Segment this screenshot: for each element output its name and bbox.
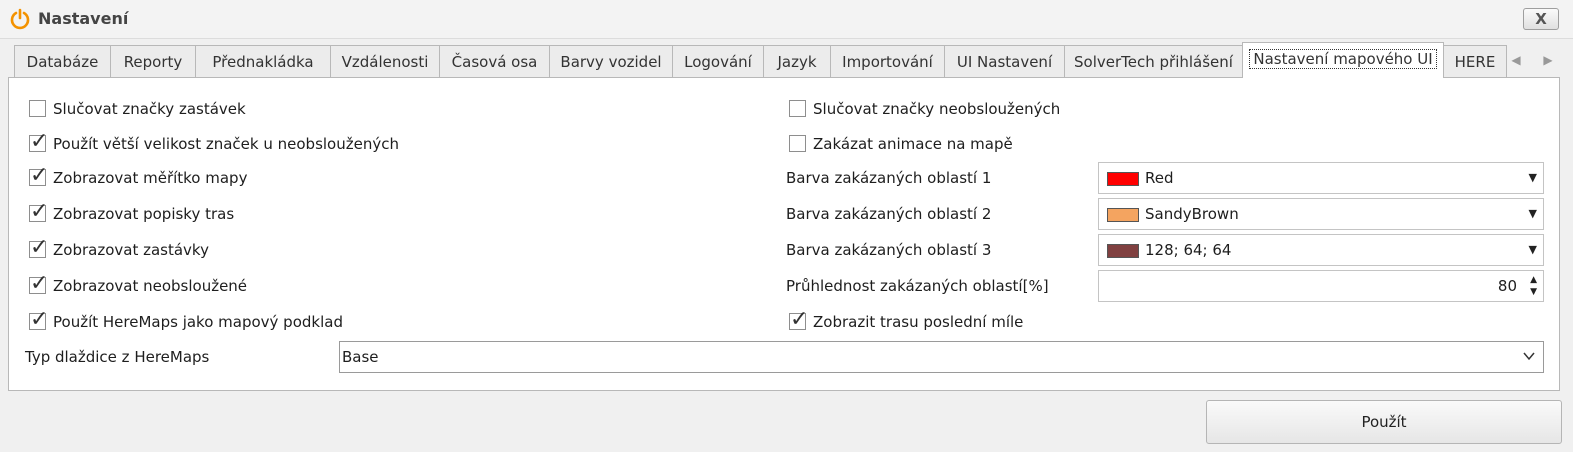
check-icon: ✓ — [30, 199, 49, 224]
spin-down-icon[interactable]: ▼ — [1530, 287, 1537, 297]
check-icon: ✓ — [30, 235, 49, 260]
tab-nastaveni-mapoveho-ui[interactable]: Nastavení mapového UI — [1242, 42, 1444, 78]
color-swatch — [1107, 244, 1139, 258]
arrow-left-icon[interactable]: ◀ — [1508, 51, 1524, 69]
check-icon: ✓ — [790, 307, 809, 332]
tab-ui-nastaveni[interactable]: UI Nastavení — [944, 45, 1065, 77]
forbidden-area-color-2-label: Barva zakázaných oblastí 2 — [786, 205, 992, 223]
tab-strip: Databáze Reporty Přednakládka Vzdálenost… — [14, 42, 1569, 78]
close-icon: X — [1535, 10, 1547, 28]
checkbox-box[interactable]: ✓ — [29, 200, 48, 224]
spin-up-icon[interactable]: ▲ — [1530, 275, 1537, 285]
window-title: Nastavení — [38, 9, 129, 28]
close-button[interactable]: X — [1523, 8, 1559, 30]
check-icon: ✓ — [30, 163, 49, 188]
tile-type-label: Typ dlaždice z HereMaps — [25, 348, 210, 366]
power-icon — [10, 8, 30, 30]
chevron-down-icon[interactable] — [1521, 348, 1537, 364]
forbidden-area-opacity-spinner[interactable]: 80 ▲ ▼ — [1098, 270, 1544, 302]
tab-databaze[interactable]: Databáze — [14, 45, 111, 77]
tab-prednakladka[interactable]: Přednakládka — [195, 45, 331, 77]
check-icon: ✓ — [30, 307, 49, 332]
forbidden-area-color-2-select[interactable]: SandyBrown ▼ — [1098, 198, 1544, 230]
checkbox-box[interactable] — [789, 100, 806, 117]
tab-barvy-vozidel[interactable]: Barvy vozidel — [549, 45, 673, 77]
tab-logovani[interactable]: Logování — [672, 45, 764, 77]
tab-casova-osa[interactable]: Časová osa — [439, 45, 550, 77]
forbidden-area-color-1-select[interactable]: Red ▼ — [1098, 162, 1544, 194]
tile-type-select[interactable]: Base — [339, 341, 1544, 373]
triangle-down-icon[interactable]: ▼ — [1529, 167, 1537, 189]
tab-here[interactable]: HERE — [1443, 45, 1507, 77]
checkbox-box[interactable]: ✓ — [29, 308, 48, 332]
tab-reporty[interactable]: Reporty — [110, 45, 196, 77]
check-icon: ✓ — [30, 129, 49, 154]
forbidden-area-color-3-label: Barva zakázaných oblastí 3 — [786, 241, 992, 259]
forbidden-area-color-1-label: Barva zakázaných oblastí 1 — [786, 169, 992, 187]
settings-panel: Slučovat značky zastávek ✓ Použít větší … — [8, 77, 1560, 391]
tab-solvertech-prihlaseni[interactable]: SolverTech přihlášení — [1064, 45, 1243, 77]
checkbox-box[interactable] — [789, 135, 806, 152]
checkbox-box[interactable]: ✓ — [29, 236, 48, 260]
forbidden-area-opacity-label: Průhlednost zakázaných oblastí[%] — [786, 277, 1049, 295]
triangle-down-icon[interactable]: ▼ — [1529, 203, 1537, 225]
title-bar: Nastavení X — [0, 0, 1573, 39]
color-swatch — [1107, 172, 1139, 186]
tab-vzdalenosti[interactable]: Vzdálenosti — [330, 45, 440, 77]
triangle-down-icon[interactable]: ▼ — [1529, 239, 1537, 261]
tab-importovani[interactable]: Importování — [830, 45, 945, 77]
tab-jazyk[interactable]: Jazyk — [763, 45, 831, 77]
checkbox-box[interactable]: ✓ — [29, 164, 48, 188]
checkbox-box[interactable]: ✓ — [789, 308, 808, 332]
check-icon: ✓ — [30, 271, 49, 296]
apply-button[interactable]: Použít — [1206, 400, 1562, 444]
checkbox-box[interactable]: ✓ — [29, 272, 48, 296]
checkbox-box[interactable] — [29, 100, 46, 117]
arrow-right-icon[interactable]: ▶ — [1540, 51, 1556, 69]
color-swatch — [1107, 208, 1139, 222]
forbidden-area-color-3-select[interactable]: 128; 64; 64 ▼ — [1098, 234, 1544, 266]
checkbox-box[interactable]: ✓ — [29, 130, 48, 154]
